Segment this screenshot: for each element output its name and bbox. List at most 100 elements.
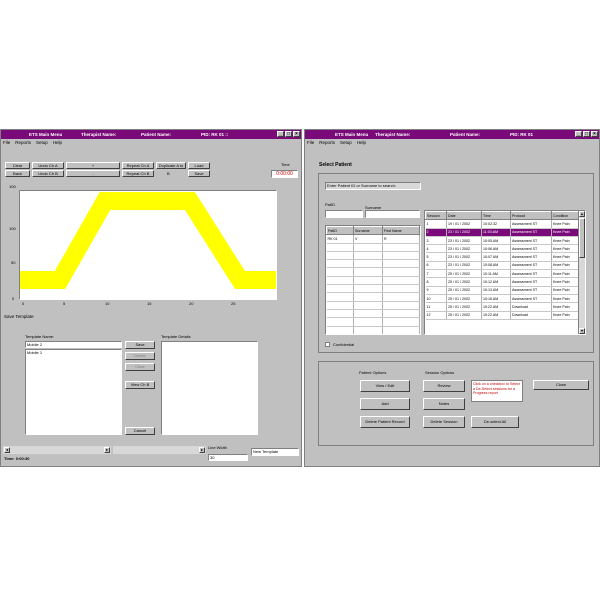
notes-button[interactable]: Notes [423, 398, 465, 410]
undo-ch-a-button[interactable]: Undo Ch A [32, 162, 64, 169]
session-row[interactable]: 3 23 / 01 / 2002 10:05 AM Assessment ST Knee… [425, 236, 579, 246]
bottom-left-scrollbar[interactable]: ◂ ▸ [3, 446, 111, 454]
maximize-button[interactable]: □ [285, 131, 292, 137]
session-date-cell: 25 / 01 / 2002 [446, 302, 482, 312]
template-name-input[interactable]: Mobile 2 [25, 341, 122, 348]
session-row[interactable]: 4 23 / 01 / 2002 10:06 AM Assessment ST Knee… [425, 244, 579, 254]
session-date-cell: 23 / 01 / 2002 [446, 252, 482, 262]
minimize-button[interactable]: _ [277, 131, 284, 137]
duplicate-button[interactable]: Duplicate A to [156, 162, 186, 169]
menu-setup[interactable]: Setup [36, 139, 48, 147]
right-window: ETS Main Menu Therapist Name: Patient Na… [304, 129, 600, 467]
load-button[interactable]: Load [188, 162, 210, 169]
bottom-mid-scrollbar[interactable]: ▸ [113, 446, 206, 454]
template-details-box[interactable] [161, 341, 258, 435]
session-row[interactable]: 11 25 / 01 / 2002 10:22 AM Download Knee Pai… [425, 302, 579, 312]
col-protocol[interactable]: Protocol [510, 211, 552, 221]
col-session[interactable]: Session [425, 211, 447, 221]
intensity-trace-svg [20, 192, 276, 289]
close-button[interactable]: × [293, 131, 300, 137]
select-patient-title: Select Patient [319, 162, 352, 168]
view-edit-button[interactable]: View / Edit [360, 380, 410, 392]
session-row[interactable]: 8 25 / 01 / 2002 10:12 AM Assessment ST Knee… [425, 277, 579, 287]
session-num-cell: 9 [425, 286, 447, 295]
template-list[interactable]: Mobile 1 [25, 349, 122, 435]
deselect-all-button[interactable]: De-select All [471, 416, 519, 428]
menu-reports[interactable]: Reports [319, 139, 335, 147]
menu-file[interactable]: File [307, 139, 314, 147]
delete-session-button[interactable]: Delete Session [423, 416, 465, 428]
col-first-name[interactable]: First Name [382, 226, 420, 236]
confidential-option[interactable]: Confidential [325, 342, 354, 347]
scroll-left-arrow[interactable]: ◂ [4, 447, 10, 453]
session-scrollbar[interactable]: ▴ ▾ [578, 211, 585, 334]
status-time: Time: 0:00:30 [4, 456, 30, 461]
session-num-cell: 2 [425, 228, 447, 237]
scroll-thumb[interactable] [579, 218, 585, 258]
minimize-button[interactable]: _ [575, 131, 582, 137]
session-row[interactable]: 5 23 / 01 / 2002 10:07 AM Assessment ST Knee… [425, 252, 579, 262]
scroll-right-arrow[interactable]: ▸ [104, 447, 110, 453]
plus-button[interactable]: + [66, 162, 120, 169]
session-time-cell: 10:06 AM [481, 244, 511, 254]
save-toolbar-button[interactable]: Save [188, 170, 210, 177]
menu-setup[interactable]: Setup [340, 139, 352, 147]
new-template-field[interactable]: New Template [251, 448, 299, 456]
repeat-ch-b-button[interactable]: Repeat Ch B [122, 170, 154, 177]
chart-canvas[interactable] [19, 190, 277, 300]
patid-input[interactable] [325, 210, 363, 218]
back-button[interactable]: Back [5, 170, 30, 177]
session-condition-cell: Knee Pain [551, 277, 579, 287]
x-tick-15: 15 [147, 301, 152, 306]
template-delete-button[interactable]: Delete [125, 352, 155, 360]
template-list-item[interactable]: Mobile 1 [26, 350, 121, 355]
session-row[interactable]: 7 25 / 01 / 2002 10:11 AM Assessment ST Knee… [425, 269, 579, 279]
confidential-label: Confidential [333, 342, 355, 347]
session-row[interactable]: 10 25 / 01 / 2002 10:16 AM Assessment ST Kne… [425, 294, 579, 304]
add-patient-button[interactable]: Add [360, 398, 410, 410]
surname-input[interactable] [365, 210, 420, 218]
session-protocol-cell: Download [510, 311, 552, 320]
col-patid[interactable]: PatID [326, 226, 354, 236]
scroll-down-arrow[interactable]: ▾ [579, 328, 585, 334]
col-date[interactable]: Date [446, 211, 482, 221]
session-date-cell: 23 / 01 / 2002 [446, 261, 482, 271]
line-width-input[interactable]: 30 [208, 454, 248, 461]
template-details-label: Template Details [161, 334, 191, 339]
view-ch-b-button[interactable]: View Ch B [125, 381, 155, 389]
repeat-ch-a-button[interactable]: Repeat Ch A [122, 162, 154, 169]
template-clear-button[interactable]: Clear [125, 363, 155, 371]
close-dialog-button[interactable]: Close [533, 380, 589, 390]
review-button[interactable]: Review [423, 380, 465, 392]
maximize-button[interactable]: □ [583, 131, 590, 137]
template-cancel-button[interactable]: Cancel [125, 427, 155, 435]
patient-row[interactable]: RK 01 V R [326, 234, 420, 244]
scroll-up-arrow[interactable]: ▴ [579, 211, 585, 217]
delete-patient-button[interactable]: Delete Patient Record [360, 416, 410, 428]
right-title-bar[interactable]: ETS Main Menu Therapist Name: Patient Na… [305, 130, 599, 139]
left-title-bar[interactable]: ETS Main Menu Therapist Name: Patient Na… [1, 130, 301, 139]
undo-ch-b-button[interactable]: Undo Ch B [32, 170, 64, 177]
session-row[interactable]: 6 23 / 01 / 2002 10:08 AM Assessment ST Knee… [425, 261, 579, 271]
menu-file[interactable]: File [3, 139, 10, 147]
menu-help[interactable]: Help [357, 139, 366, 147]
col-time[interactable]: Time [481, 211, 511, 221]
patient-list[interactable]: PatID Surname First Name RK 01 V R [325, 225, 421, 335]
session-row[interactable]: 12 25 / 01 / 2002 10:22 AM Download Knee Pai… [425, 311, 579, 320]
menu-reports[interactable]: Reports [15, 139, 31, 147]
confidential-checkbox[interactable] [325, 342, 330, 347]
session-row[interactable]: 2 23 / 01 / 2002 11:03:AM Assessment ST Knee… [425, 228, 579, 237]
session-list[interactable]: Session Date Time Protocol Condition 1 19… [424, 210, 586, 335]
session-row[interactable]: 1 19 / 01 / 2002 10:02:32 Assessment ST Knee… [425, 219, 579, 229]
menu-help[interactable]: Help [53, 139, 62, 147]
col-condition[interactable]: Condition [551, 211, 579, 221]
scroll-mid-arrow[interactable]: ▸ [199, 447, 205, 453]
close-button[interactable]: × [591, 131, 598, 137]
time-label: Time [281, 162, 290, 167]
minus-button[interactable]: - [66, 170, 120, 177]
clear-button[interactable]: Clear [5, 162, 30, 169]
session-row[interactable]: 9 25 / 01 / 2002 10:13 AM Assessment ST Knee… [425, 286, 579, 295]
session-time-cell: 10:11 AM [481, 269, 511, 279]
template-save-button[interactable]: Save [125, 341, 155, 349]
col-surname[interactable]: Surname [353, 226, 383, 236]
